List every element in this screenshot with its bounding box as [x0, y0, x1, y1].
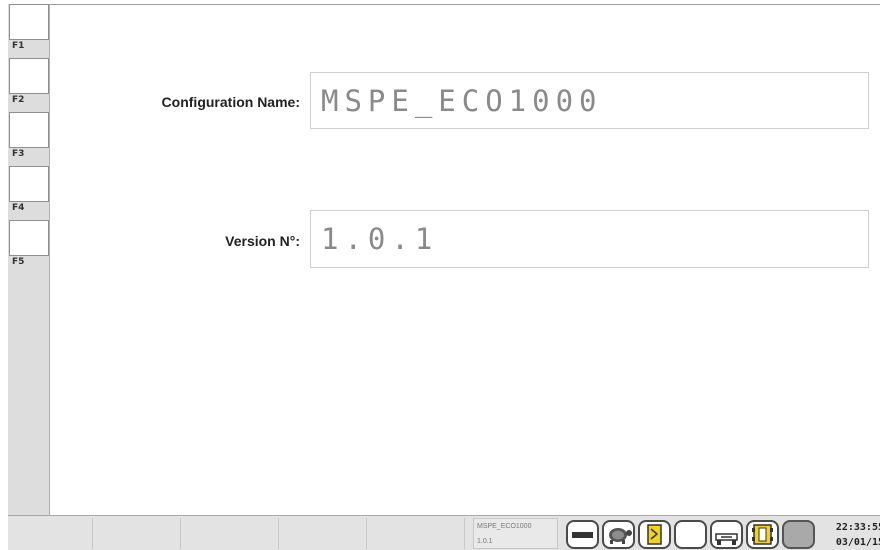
f2-key-face[interactable] [9, 58, 49, 94]
function-key-bar: F1 F2 F3 F4 F5 [8, 4, 50, 515]
status-segment [279, 518, 367, 549]
status-segment [181, 518, 279, 549]
f1-label: F1 [12, 41, 25, 51]
status-segment [367, 518, 465, 549]
status-version: 1.0.1 [477, 538, 493, 545]
f2-label: F2 [12, 95, 25, 105]
f4-key[interactable]: F4 [9, 166, 49, 218]
status-segment [93, 518, 181, 549]
print-button[interactable] [710, 520, 743, 549]
vehicle-frame-icon [752, 524, 773, 545]
status-bar: MSPE_ECO1000 1.0.1 22:33:55 03/01/15 [8, 515, 880, 550]
f1-key[interactable]: F1 [9, 4, 49, 56]
sensor-button[interactable] [638, 520, 671, 549]
config-name-field[interactable]: MSPE_ECO1000 [310, 72, 869, 129]
minus-icon [572, 532, 593, 538]
minus-button[interactable] [566, 520, 599, 549]
battery-icon [647, 524, 662, 545]
f1-key-face[interactable] [9, 4, 49, 40]
f3-key-face[interactable] [9, 112, 49, 148]
config-info-box: MSPE_ECO1000 1.0.1 [473, 518, 558, 549]
f5-key[interactable]: F5 [9, 220, 49, 272]
f5-label: F5 [12, 257, 25, 267]
clock: 22:33:55 03/01/15 [822, 520, 880, 549]
printer-icon [715, 533, 738, 545]
slow-mode-button[interactable] [602, 520, 635, 549]
config-name-label: Configuration Name: [161, 94, 300, 110]
date-display: 03/01/15 [835, 537, 880, 548]
status-config-name: MSPE_ECO1000 [477, 523, 532, 530]
time-display: 22:33:55 [835, 522, 880, 533]
f4-label: F4 [12, 203, 25, 213]
vehicle-button[interactable] [746, 520, 779, 549]
f3-label: F3 [12, 149, 25, 159]
version-field[interactable]: 1.0.1 [310, 210, 869, 268]
f5-key-face[interactable] [9, 220, 49, 256]
turtle-icon [609, 528, 632, 544]
f4-key-face[interactable] [9, 166, 49, 202]
f2-key[interactable]: F2 [9, 58, 49, 110]
grey-indicator-button[interactable] [782, 520, 815, 549]
f3-key[interactable]: F3 [9, 112, 49, 164]
config-name-value: MSPE_ECO1000 [321, 83, 603, 118]
blank-button[interactable] [674, 520, 707, 549]
version-label: Version N°: [225, 233, 300, 249]
status-segment [8, 518, 93, 549]
version-value: 1.0.1 [321, 222, 439, 256]
